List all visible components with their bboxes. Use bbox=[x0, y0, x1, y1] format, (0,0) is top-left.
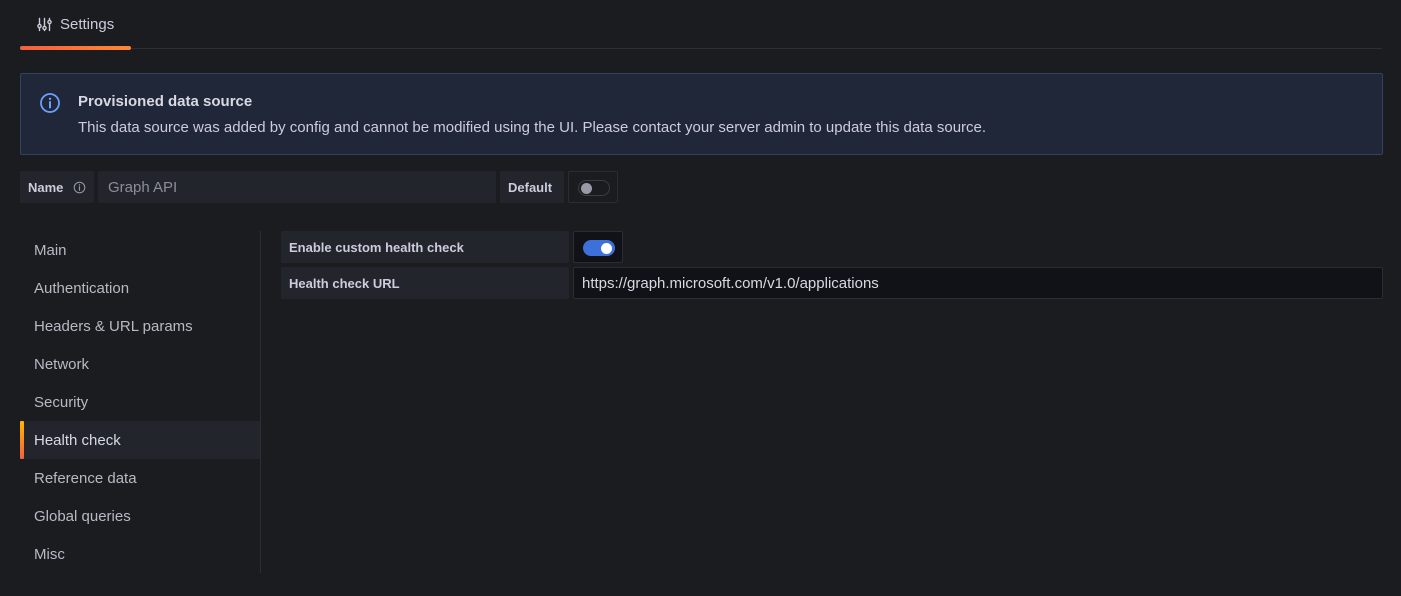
sidebar-item-reference-data[interactable]: Reference data bbox=[20, 459, 260, 497]
sliders-icon bbox=[37, 17, 52, 32]
tab-bar: Settings bbox=[20, 0, 1382, 50]
sidebar-item-headers-url-params[interactable]: Headers & URL params bbox=[20, 307, 260, 345]
default-toggle-container bbox=[568, 171, 618, 203]
sidebar-item-misc[interactable]: Misc bbox=[20, 535, 260, 573]
toggle-knob bbox=[581, 183, 592, 194]
default-label: Default bbox=[500, 171, 564, 203]
sidebar-item-network[interactable]: Network bbox=[20, 345, 260, 383]
alert-message: This data source was added by config and… bbox=[78, 119, 987, 136]
health-check-url-label: Health check URL bbox=[281, 267, 569, 299]
enable-health-check-toggle-container bbox=[573, 231, 623, 263]
settings-sidebar: Main Authentication Headers & URL params… bbox=[20, 231, 261, 573]
sidebar-item-security[interactable]: Security bbox=[20, 383, 260, 421]
name-label-text: Name bbox=[28, 179, 64, 195]
sidebar-item-global-queries[interactable]: Global queries bbox=[20, 497, 260, 535]
name-input[interactable]: Graph API bbox=[98, 171, 496, 203]
enable-health-check-toggle[interactable] bbox=[583, 240, 615, 256]
sidebar-item-health-check[interactable]: Health check bbox=[20, 421, 260, 459]
health-check-url-input[interactable]: https://graph.microsoft.com/v1.0/applica… bbox=[573, 267, 1383, 299]
enable-health-check-label: Enable custom health check bbox=[281, 231, 569, 263]
active-tab-indicator bbox=[20, 46, 131, 50]
tab-settings[interactable]: Settings bbox=[20, 0, 131, 50]
toggle-knob bbox=[601, 243, 612, 254]
default-toggle[interactable] bbox=[578, 180, 610, 196]
alert-title: Provisioned data source bbox=[78, 93, 253, 110]
provisioned-alert: Provisioned data source This data source… bbox=[20, 73, 1383, 155]
sidebar-item-main[interactable]: Main bbox=[20, 231, 260, 269]
sidebar-item-authentication[interactable]: Authentication bbox=[20, 269, 260, 307]
name-label: Name bbox=[20, 171, 94, 203]
info-icon[interactable] bbox=[73, 181, 86, 194]
settings-page: Settings Provisioned data source This da… bbox=[0, 0, 1401, 596]
info-circle-icon bbox=[39, 92, 61, 114]
tab-settings-label: Settings bbox=[60, 16, 115, 33]
